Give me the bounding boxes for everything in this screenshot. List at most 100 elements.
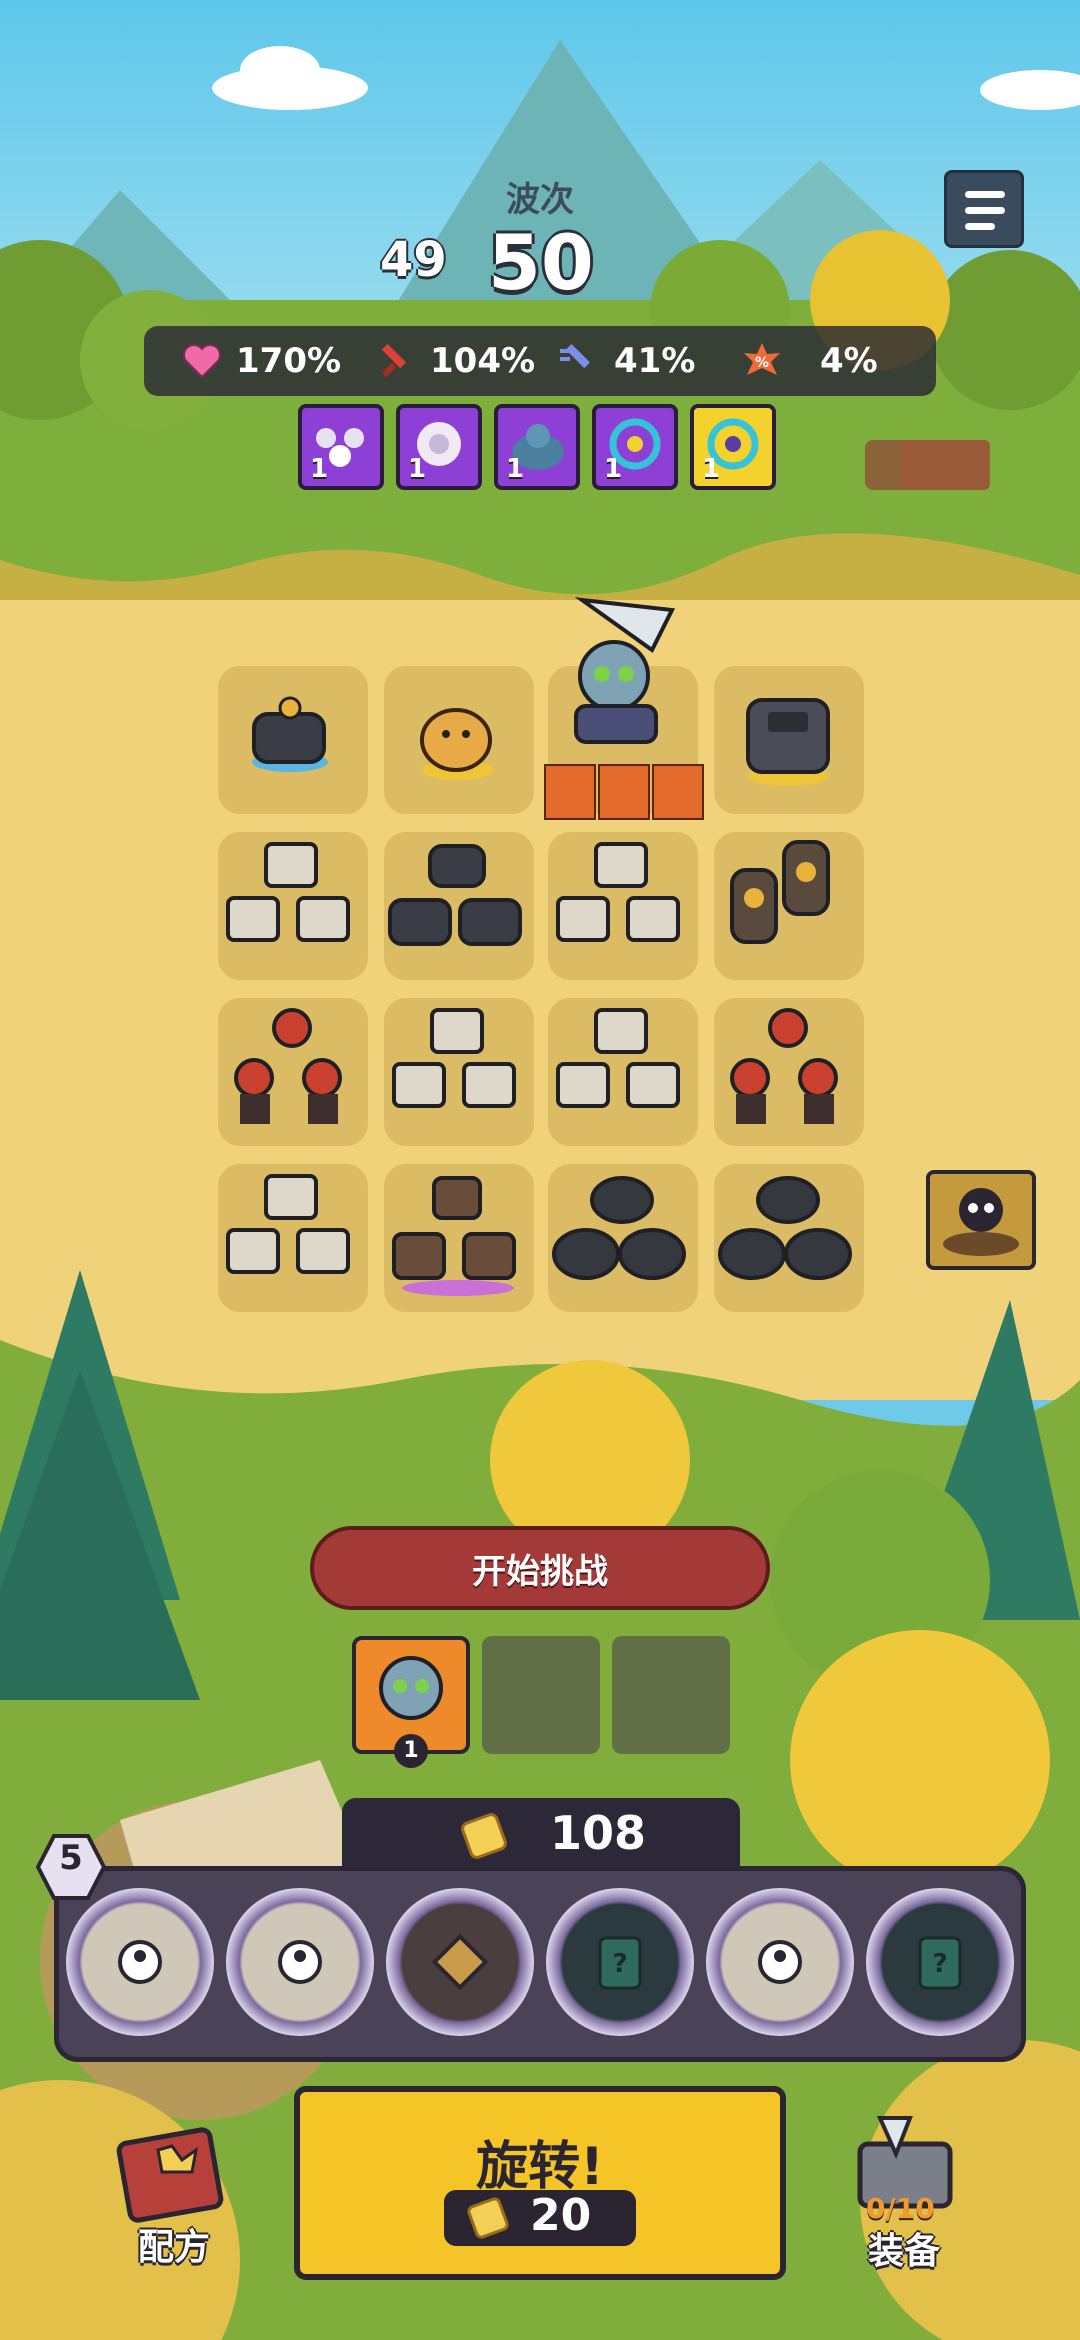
board-cell-boss[interactable] (544, 597, 704, 820)
stat-health: 170% (182, 326, 341, 396)
swordsman-squad-unit (730, 1008, 838, 1124)
equipment-label: 装备 (868, 2231, 941, 2272)
queued-hero-slot[interactable]: 1 (352, 1636, 470, 1768)
rifle-squad-unit (392, 1176, 516, 1296)
menu-icon (965, 207, 1005, 214)
mystery-card-icon: ? (918, 1936, 962, 1990)
menu-icon (965, 223, 995, 230)
board-cell[interactable] (548, 998, 698, 1146)
board-cell[interactable] (548, 832, 698, 980)
box-robot-squad-unit (556, 842, 680, 942)
equipment-button[interactable]: 0/10 装备 (840, 2114, 970, 2272)
player-level: 5 (59, 1838, 83, 1878)
queued-hero-level: 1 (394, 1734, 428, 1768)
empty-queue-slot[interactable] (482, 1636, 600, 1754)
boss-equipment-row (544, 764, 704, 820)
buff-slot[interactable]: 1 (592, 404, 678, 490)
board-cell[interactable] (218, 666, 368, 814)
board-cell[interactable] (384, 832, 534, 980)
bow-icon (598, 764, 650, 820)
mystery-card-icon: ? (598, 1936, 642, 1990)
hamster-unit (420, 708, 494, 780)
board-cell[interactable] (384, 998, 534, 1146)
recipes-button[interactable]: 配方 (110, 2120, 240, 2268)
board-cell[interactable] (714, 998, 864, 1146)
buff-level: 1 (506, 454, 525, 484)
board-cell[interactable] (714, 666, 864, 814)
empty-queue-slot[interactable] (612, 1636, 730, 1754)
current-wave-number: 50 (488, 218, 594, 307)
gold-amount: 108 (550, 1806, 647, 1860)
banner-icon (544, 764, 596, 820)
tray-slot[interactable]: ? (546, 1888, 694, 2036)
buff-slot[interactable]: 1 (396, 404, 482, 490)
board-cell[interactable] (548, 1164, 698, 1312)
eye-robot-pair-unit (730, 840, 830, 944)
board-cell[interactable] (218, 832, 368, 980)
spin-cost: 20 (530, 2190, 592, 2241)
speed-sword-icon (560, 344, 590, 369)
stat-speed-value: 41% (614, 341, 696, 381)
stat-attack: 104% (376, 326, 535, 396)
diamond-slot-icon (431, 1933, 489, 1991)
tray-slot[interactable] (386, 1888, 534, 2036)
hero-slot-icon (758, 1940, 802, 1984)
stat-crit-value: 4% (820, 341, 878, 381)
buff-level: 1 (702, 454, 721, 484)
previous-wave-number: 49 (380, 232, 447, 288)
board-cell[interactable] (714, 1164, 864, 1312)
heart-icon (183, 344, 221, 379)
gold-coin-icon (467, 2197, 509, 2239)
hero-slot-icon (278, 1940, 322, 1984)
recipe-book-icon (116, 2127, 224, 2223)
buff-slot[interactable]: 1 (298, 404, 384, 490)
claw-icon (652, 764, 704, 820)
rhino-squad-unit (552, 1176, 686, 1280)
equipment-count: 0/10 (866, 2192, 935, 2225)
stat-health-value: 170% (236, 341, 342, 381)
tray-slot[interactable] (226, 1888, 374, 2036)
enemy-info-button[interactable] (926, 1170, 1036, 1270)
wave-label: 波次 (506, 180, 574, 220)
buff-slot[interactable]: 1 (690, 404, 776, 490)
stat-attack-value: 104% (430, 341, 536, 381)
board-cell[interactable] (218, 998, 368, 1146)
skull-icon (943, 1188, 1019, 1256)
buff-level: 1 (310, 454, 329, 484)
gold-bar (342, 1798, 740, 1874)
menu-icon (965, 191, 1005, 198)
buff-level: 1 (604, 454, 623, 484)
swordsman-squad-unit (234, 1008, 342, 1124)
svg-text:?: ? (932, 1949, 947, 1979)
board-cell[interactable] (714, 832, 864, 980)
tray-slot[interactable]: ? (866, 1888, 1014, 2036)
menu-button[interactable] (944, 170, 1024, 248)
start-challenge-button[interactable]: 开始挑战 (310, 1526, 770, 1610)
svg-text:?: ? (612, 1949, 627, 1979)
rhino-squad-unit (718, 1176, 852, 1280)
tray-slot[interactable] (706, 1888, 854, 2036)
tank-robot-squad-unit (388, 844, 522, 946)
armored-golem-unit (746, 698, 830, 786)
tank-robot-unit (252, 696, 328, 772)
tray-slot[interactable] (66, 1888, 214, 2036)
zombie-boss-unit (574, 597, 676, 744)
board-cell[interactable] (384, 1164, 534, 1312)
spin-label: 旋转! (476, 2137, 604, 2197)
stat-crit: % 4% (742, 326, 878, 396)
board-cell[interactable] (218, 1164, 368, 1312)
sword-icon (381, 344, 406, 378)
stats-bar: 170% 104% 41% % 4% (144, 326, 936, 396)
box-robot-squad-unit (392, 1008, 516, 1108)
board-cell[interactable] (384, 666, 534, 814)
box-robot-squad-unit (226, 842, 350, 942)
crit-icon: % (744, 343, 780, 375)
box-robot-squad-unit (226, 1174, 350, 1274)
recipes-label: 配方 (138, 2227, 211, 2268)
box-robot-squad-unit (556, 1008, 680, 1108)
svg-text:%: % (755, 355, 769, 371)
buff-slot[interactable]: 1 (494, 404, 580, 490)
gold-coin-icon (461, 1813, 507, 1859)
buff-level: 1 (408, 454, 427, 484)
stat-speed: 41% (558, 326, 695, 396)
